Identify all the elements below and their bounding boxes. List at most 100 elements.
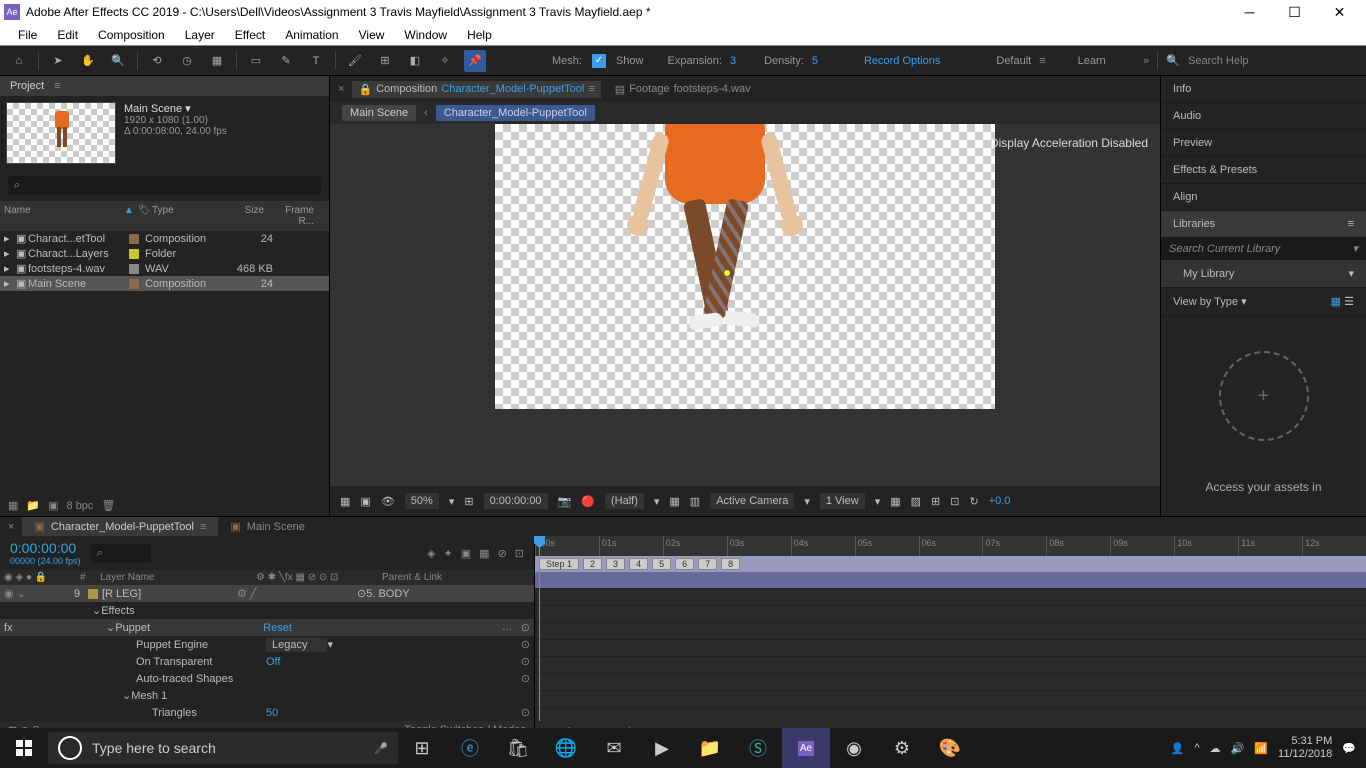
marker[interactable]: 8 (721, 558, 740, 570)
steam-icon[interactable]: ◉ (830, 728, 878, 768)
puppet-pin-tool-icon[interactable]: 📌 (464, 50, 486, 72)
list-view-icon[interactable]: ☰ (1344, 296, 1354, 308)
roi-icon[interactable]: ▦ (669, 495, 679, 508)
exposure-value[interactable]: +0.0 (989, 495, 1011, 507)
snapshot-icon[interactable]: 📷 (558, 495, 572, 508)
project-panel-header[interactable]: Project ≡ (0, 76, 329, 96)
col-name[interactable]: Name (0, 203, 120, 229)
eraser-tool-icon[interactable]: ◧ (404, 50, 426, 72)
timecode[interactable]: 0:00:00:00 (10, 540, 81, 556)
skype-icon[interactable]: Ⓢ (734, 728, 782, 768)
volume-icon[interactable]: 🔊 (1231, 742, 1245, 755)
new-comp-icon[interactable]: ▣ (48, 499, 58, 512)
tl-icon[interactable]: ⊡ (515, 547, 524, 560)
project-item[interactable]: ▸▣Main SceneComposition24 (0, 276, 329, 291)
selection-tool-icon[interactable]: ➤ (47, 50, 69, 72)
menu-icon[interactable]: ≡ (1039, 55, 1045, 67)
tag-icon[interactable]: 🏷 (134, 203, 148, 229)
project-item[interactable]: ▸▣Charact...LayersFolder (0, 246, 329, 261)
workspace-learn[interactable]: Learn (1078, 55, 1106, 67)
explorer-icon[interactable]: 📁 (686, 728, 734, 768)
people-icon[interactable]: 👤 (1171, 742, 1185, 755)
tl-icon[interactable]: ✦ (444, 547, 453, 560)
time-display[interactable]: 0:00:00:00 (484, 493, 548, 509)
expansion-value[interactable]: 3 (730, 55, 736, 67)
mail-icon[interactable]: ✉ (590, 728, 638, 768)
stamp-tool-icon[interactable]: ⊞ (374, 50, 396, 72)
rotate-tool-icon[interactable]: ◷ (176, 50, 198, 72)
start-button[interactable] (0, 728, 48, 768)
chevron-down-icon[interactable]: ▾ (1348, 267, 1354, 280)
grid-icon[interactable]: ▦ (340, 495, 350, 508)
store-icon[interactable]: 🛍 (494, 728, 542, 768)
chevron-down-icon[interactable]: ▾ (875, 495, 881, 508)
marker[interactable]: 7 (698, 558, 717, 570)
tl-icon[interactable]: ⊘ (498, 547, 507, 560)
crumb-current[interactable]: Character_Model-PuppetTool (436, 105, 595, 121)
onedrive-icon[interactable]: ☁ (1210, 742, 1221, 755)
movies-icon[interactable]: ▶ (638, 728, 686, 768)
minimize-button[interactable]: ─ (1227, 4, 1272, 20)
resolution-dropdown[interactable]: (Half) (605, 493, 644, 509)
marker[interactable]: 5 (652, 558, 671, 570)
effects-row[interactable]: ⌄ Effects (0, 602, 534, 619)
menu-help[interactable]: Help (457, 26, 502, 44)
puppet-engine-row[interactable]: Puppet Engine Legacy▾ ⊙ (0, 636, 534, 653)
mesh-show-checkbox[interactable]: ✓ (592, 54, 606, 68)
orbit-tool-icon[interactable]: ⟲ (146, 50, 168, 72)
menu-window[interactable]: Window (394, 26, 457, 44)
panel-audio[interactable]: Audio (1161, 103, 1366, 130)
tl-icon[interactable]: ◈ (427, 547, 435, 560)
lock-icon[interactable]: 🔒 (358, 83, 372, 96)
close-button[interactable]: ✕ (1317, 4, 1362, 21)
timeline-search[interactable]: ⌕ (91, 544, 151, 563)
project-item[interactable]: ▸▣footsteps-4.wavWAV468 KB (0, 261, 329, 276)
roto-tool-icon[interactable]: ✧ (434, 50, 456, 72)
maximize-button[interactable]: ☐ (1272, 4, 1317, 21)
chevron-down-icon[interactable]: ▾ (1352, 242, 1358, 255)
timeline-tab-1[interactable]: ▣ Character_Model-PuppetTool ≡ (22, 517, 218, 536)
marker[interactable]: 4 (629, 558, 648, 570)
grid-view-icon[interactable]: ▦ (1331, 296, 1341, 308)
tab-menu-icon[interactable]: ≡ (588, 83, 594, 95)
ruler-icon[interactable]: ▨ (911, 495, 921, 508)
view-by-type[interactable]: View by Type ▾ ▦ ☰ (1161, 288, 1366, 316)
puppet-row[interactable]: fx⌄ Puppet Reset …⊙ (0, 619, 534, 636)
density-value[interactable]: 5 (812, 55, 818, 67)
notifications-icon[interactable]: 💬 (1342, 742, 1356, 755)
composition-viewer[interactable]: Display Acceleration Disabled (330, 124, 1160, 486)
refresh-icon[interactable]: ↻ (969, 495, 978, 508)
marker[interactable]: 3 (606, 558, 625, 570)
col-size[interactable]: Size (218, 203, 268, 229)
chrome-icon[interactable]: 🌐 (542, 728, 590, 768)
resolution-icon[interactable]: ⊞ (464, 495, 473, 508)
camera-tool-icon[interactable]: ▦ (206, 50, 228, 72)
record-options[interactable]: Record Options (864, 55, 940, 67)
comp-name[interactable]: Main Scene ▾ (124, 102, 227, 115)
edge-icon[interactable]: ⓔ (446, 728, 494, 768)
interpret-icon[interactable]: ▦ (8, 499, 18, 512)
pen-tool-icon[interactable]: ✎ (275, 50, 297, 72)
search-help[interactable]: Search Help (1188, 55, 1358, 67)
view-dropdown[interactable]: 1 View (820, 493, 865, 509)
wifi-icon[interactable]: 📶 (1254, 742, 1268, 755)
menu-animation[interactable]: Animation (275, 26, 348, 44)
hand-tool-icon[interactable]: ✋ (77, 50, 99, 72)
col-frame[interactable]: Frame R... (268, 203, 318, 229)
settings-icon[interactable]: ⚙ (878, 728, 926, 768)
marker[interactable]: Step 1 (539, 558, 579, 570)
marker[interactable]: 6 (675, 558, 694, 570)
safe-icon[interactable]: ⊞ (931, 495, 940, 508)
text-tool-icon[interactable]: T (305, 50, 327, 72)
mesh-row[interactable]: ⌄ Mesh 1 (0, 687, 534, 704)
time-ruler[interactable]: :00s01s02s03s04s05s06s07s08s09s10s11s12s (535, 536, 1366, 556)
playhead[interactable] (539, 536, 540, 739)
chevron-down-icon[interactable]: ▾ (804, 495, 810, 508)
paint-icon[interactable]: 🎨 (926, 728, 974, 768)
mask-icon[interactable]: ▣ (360, 495, 370, 508)
chevron-down-icon[interactable]: ▾ (449, 495, 455, 508)
menu-file[interactable]: File (8, 26, 47, 44)
triangles-row[interactable]: Triangles 50 ⊙ (0, 704, 534, 721)
overflow-icon[interactable]: » (1143, 55, 1149, 67)
workspace-default[interactable]: Default (996, 55, 1031, 67)
